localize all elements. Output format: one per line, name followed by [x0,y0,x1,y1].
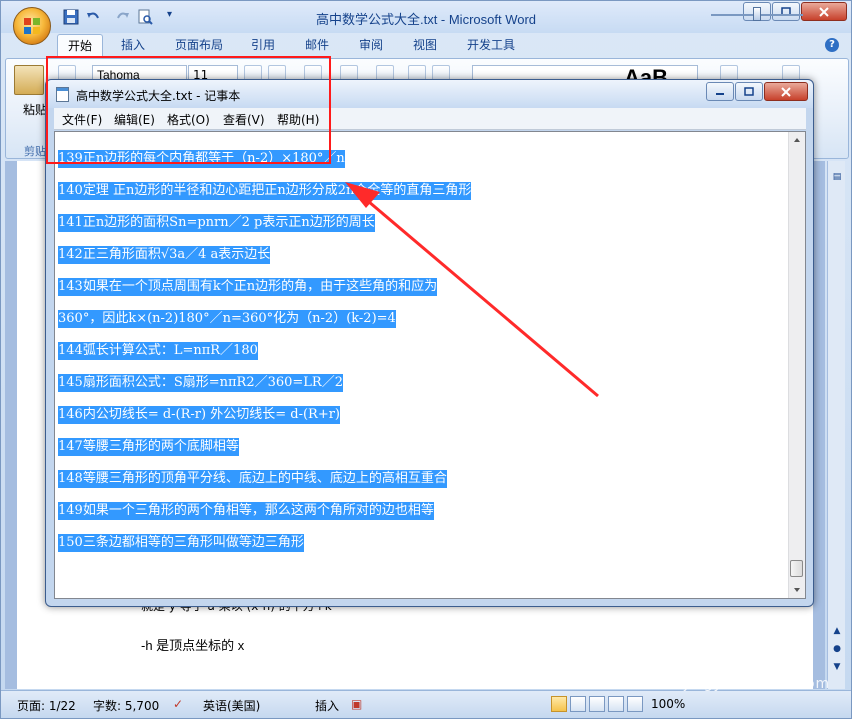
next-page-icon[interactable]: ▼ [831,661,843,673]
tab-view[interactable]: 视图 [405,34,445,58]
baidu-watermark-url: jingyan.baidu.com [684,676,831,692]
insert-mode-indicator[interactable]: 插入 [315,697,339,714]
text-line: 140定理 正n边形的半径和边心距把正n边形分成2n个全等的直角三角形 [58,182,472,200]
notepad-vertical-scrollbar[interactable] [788,132,805,598]
text-line: 146内公切线长= d-(R-r) 外公切线长= d-(R+r) [58,406,341,424]
text-line: 142正三角形面积√3a／4 a表示边长 [58,246,271,264]
text-line: 145扇形面积公式：S扇形=nπR2／360=LR／2 [58,374,343,392]
language-indicator[interactable]: 英语(美国) [203,697,260,714]
text-line: 141正n边形的面积Sn=pnrn／2 p表示正n边形的周长 [58,214,375,232]
zoom-level[interactable]: 100% [651,697,685,711]
annotation-highlight-box [46,56,331,164]
tab-mailings[interactable]: 邮件 [297,34,337,58]
text-line: 149如果一个三角形的两个角相等，那么这两个角所对的边也相等 [58,502,434,520]
macro-record-icon[interactable]: ▣ [351,697,362,711]
word-vertical-scrollbar[interactable] [827,161,845,689]
tab-review[interactable]: 审阅 [351,34,391,58]
scroll-down-icon[interactable] [791,584,803,596]
scroll-up-icon[interactable] [791,134,803,146]
notepad-minimize-button[interactable] [706,82,734,101]
tab-developer[interactable]: 开发工具 [459,34,523,58]
proofing-icon[interactable]: ✓ [173,697,183,711]
tab-page-layout[interactable]: 页面布局 [167,34,231,58]
notepad-close-button[interactable] [764,82,808,101]
text-line: 143如果在一个顶点周围有k个正n边形的角，由于这些角的和应为 [58,278,438,296]
document-text-line: -h 是顶点坐标的 x [141,638,245,653]
tab-references[interactable]: 引用 [243,34,283,58]
browse-object-icon[interactable]: ● [831,643,843,655]
text-line: 147等腰三角形的两个底脚相等 [58,438,239,456]
text-line: 150三条边都相等的三角形叫做等边三角形 [58,534,304,552]
paste-button-label[interactable]: 粘贴 [23,101,47,118]
zoom-slider-thumb[interactable] [753,7,761,21]
draft-view-icon[interactable] [627,696,643,712]
office-button[interactable] [13,7,51,45]
word-maximize-button[interactable] [772,2,800,21]
text-line: 144弧长计算公式：L=nπR／180 [58,342,258,360]
paste-icon[interactable] [14,65,44,95]
word-count[interactable]: 字数: 5,700 [93,697,159,714]
outline-view-icon[interactable] [608,696,624,712]
notepad-text-area[interactable]: 139正n边形的每个内角都等于（n-2）×180°／n 140定理 正n边形的半… [54,131,806,599]
word-titlebar: ▾ 高中数学公式大全.txt - Microsoft Word [1,1,851,33]
tab-home[interactable]: 开始 [57,34,103,58]
notepad-scroll-thumb[interactable] [790,560,803,577]
tab-insert[interactable]: 插入 [113,34,153,58]
text-line: 148等腰三角形的顶角平分线、底边上的中线、底边上的高相互重合 [58,470,447,488]
word-window-title: 高中数学公式大全.txt - Microsoft Word [315,12,537,27]
status-bar: 页面: 1/22 字数: 5,700 ✓ 英语(美国) 插入 ▣ 100% [1,690,851,718]
previous-page-icon[interactable]: ▲ [831,625,843,637]
print-layout-view-icon[interactable] [551,696,567,712]
word-close-button[interactable] [801,2,847,21]
text-line: 360°，因此k×(n-2)180°／n=360°化为（n-2）(k-2)=4 [58,310,396,328]
web-layout-view-icon[interactable] [589,696,605,712]
help-icon[interactable]: ? [825,38,839,52]
notepad-maximize-button[interactable] [735,82,763,101]
ruler-toggle-icon[interactable]: ▤ [831,171,843,183]
full-screen-reading-icon[interactable] [570,696,586,712]
clipboard-group-label: 剪贴 [24,145,46,158]
page-count[interactable]: 页面: 1/22 [17,697,76,714]
